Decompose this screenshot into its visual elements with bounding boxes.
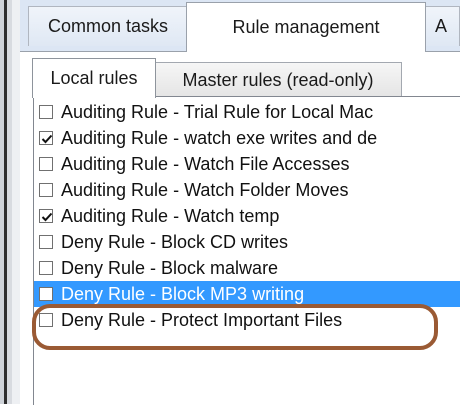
rule-manager-window: Common tasks Rule management A Local rul… (0, 0, 460, 405)
checkmark-icon (41, 212, 53, 222)
rule-checkbox[interactable] (39, 209, 53, 223)
rule-label: Deny Rule - Block malware (61, 257, 279, 278)
tab-rule-management[interactable]: Rule management (186, 2, 426, 52)
rule-checkbox[interactable] (39, 261, 53, 275)
tab-local-rules[interactable]: Local rules (32, 58, 156, 98)
rule-management-panel: Local rules Master rules (read-only) Aud… (20, 51, 460, 405)
main-tab-bar: Common tasks Rule management A (20, 0, 460, 52)
rule-checkbox[interactable] (39, 287, 53, 301)
rule-row-selected[interactable]: Deny Rule - Block MP3 writing (34, 281, 460, 307)
checkmark-icon (41, 134, 53, 144)
rule-row[interactable]: Auditing Rule - Watch File Accesses (34, 151, 460, 177)
rule-label: Auditing Rule - Watch File Accesses (61, 153, 350, 174)
rule-label: Deny Rule - Block MP3 writing (61, 283, 305, 304)
rule-checkbox[interactable] (39, 313, 53, 327)
rule-row[interactable]: Deny Rule - Protect Important Files (34, 307, 460, 333)
rule-label: Auditing Rule - Watch Folder Moves (61, 179, 349, 200)
rule-checkbox[interactable] (39, 131, 53, 145)
rule-row[interactable]: Auditing Rule - Watch temp (34, 203, 460, 229)
rule-checkbox[interactable] (39, 183, 53, 197)
rules-list[interactable]: Auditing Rule - Trial Rule for Local Mac… (33, 96, 460, 405)
rule-label: Auditing Rule - watch exe writes and de (61, 127, 378, 148)
tab-master-rules[interactable]: Master rules (read-only) (154, 62, 402, 98)
rule-row[interactable]: Auditing Rule - watch exe writes and de (34, 125, 460, 151)
rule-checkbox[interactable] (39, 105, 53, 119)
rule-checkbox[interactable] (39, 157, 53, 171)
rule-label: Deny Rule - Block CD writes (61, 231, 289, 252)
rule-row[interactable]: Deny Rule - Block CD writes (34, 229, 460, 255)
window-left-edge (0, 0, 20, 404)
rule-row[interactable]: Auditing Rule - Watch Folder Moves (34, 177, 460, 203)
rule-checkbox[interactable] (39, 235, 53, 249)
tab-common-tasks[interactable]: Common tasks (28, 6, 188, 46)
rule-row[interactable]: Deny Rule - Block malware (34, 255, 460, 281)
tab-partial-next[interactable]: A (424, 6, 460, 46)
rule-label: Deny Rule - Protect Important Files (61, 309, 343, 330)
rule-label: Auditing Rule - Trial Rule for Local Mac (61, 101, 374, 122)
rule-row[interactable]: Auditing Rule - Trial Rule for Local Mac (34, 99, 460, 125)
rule-label: Auditing Rule - Watch temp (61, 205, 280, 226)
